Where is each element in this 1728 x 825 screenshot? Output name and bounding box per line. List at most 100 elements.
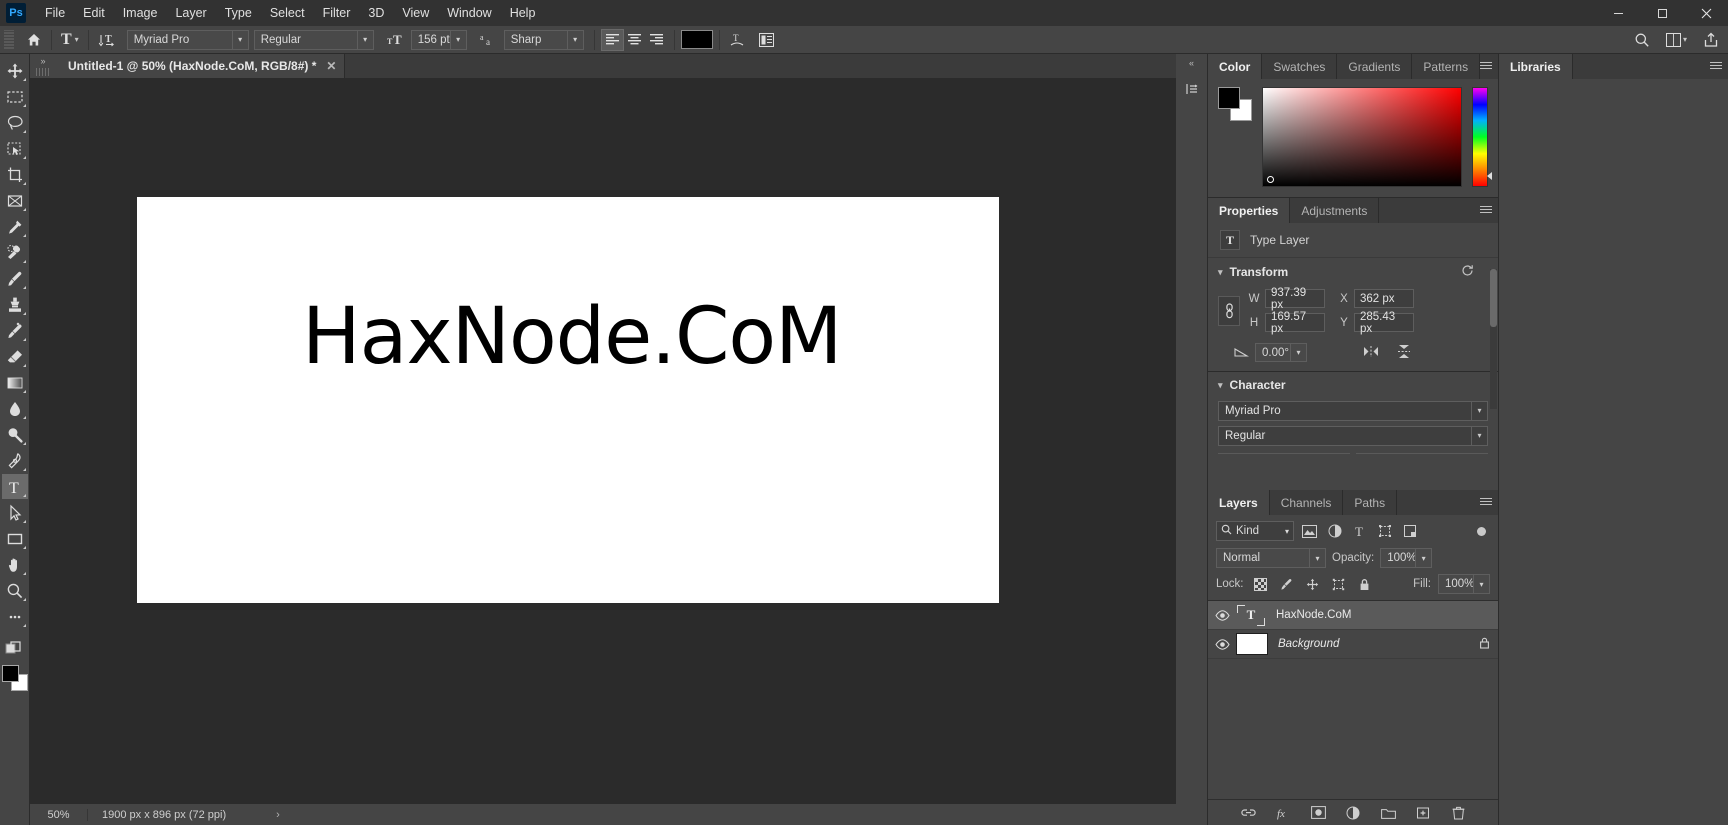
crop-tool[interactable] xyxy=(2,162,28,187)
lock-all-icon[interactable] xyxy=(1355,575,1374,594)
character-font-style-select[interactable]: Regular ▾ xyxy=(1218,426,1488,446)
menu-layer[interactable]: Layer xyxy=(166,0,215,26)
tab-properties[interactable]: Properties xyxy=(1208,198,1291,223)
transform-section-header[interactable]: ▾ Transform xyxy=(1208,258,1498,285)
chevron-down-icon[interactable]: ▾ xyxy=(231,30,248,49)
layers-panel-menu-icon[interactable] xyxy=(1480,490,1492,515)
minimize-button[interactable] xyxy=(1596,0,1640,26)
chevron-down-icon[interactable]: ▾ xyxy=(356,30,373,49)
history-rail-icon[interactable] xyxy=(1179,76,1205,102)
zoom-level[interactable]: 50% xyxy=(30,808,88,821)
expand-panels-icon[interactable]: » xyxy=(40,56,45,66)
object-selection-tool[interactable] xyxy=(2,136,28,161)
flip-horizontal-icon[interactable] xyxy=(1363,345,1379,361)
tab-color[interactable]: Color xyxy=(1208,54,1263,79)
eyedropper-tool[interactable] xyxy=(2,214,28,239)
color-panel-swatches[interactable] xyxy=(1218,87,1252,121)
foreground-color-swatch[interactable] xyxy=(1,665,19,682)
layer-visibility-icon[interactable] xyxy=(1208,638,1236,650)
quick-mask-button[interactable] xyxy=(2,636,28,661)
collapse-panels-icon[interactable]: « xyxy=(1189,58,1194,68)
tool-preset-picker[interactable]: T ▾ xyxy=(58,29,82,51)
hand-tool[interactable] xyxy=(2,552,28,577)
canvas-viewport[interactable]: HaxNode.CoM xyxy=(30,79,1176,803)
blur-tool[interactable] xyxy=(2,396,28,421)
height-input[interactable]: 169.57 px xyxy=(1265,311,1325,335)
menu-view[interactable]: View xyxy=(393,0,438,26)
brush-tool[interactable] xyxy=(2,266,28,291)
canvas-sheet[interactable]: HaxNode.CoM xyxy=(137,197,999,603)
text-orientation-icon[interactable]: T xyxy=(95,29,119,51)
lock-position-icon[interactable] xyxy=(1303,575,1322,594)
new-group-icon[interactable] xyxy=(1379,804,1397,822)
arrange-documents-icon[interactable]: ▾ xyxy=(1663,29,1690,51)
frame-tool[interactable] xyxy=(2,188,28,213)
chevron-down-icon[interactable]: ▾ xyxy=(1473,575,1489,593)
color-panel-foreground-swatch[interactable] xyxy=(1218,87,1240,109)
layer-style-icon[interactable]: fx xyxy=(1274,804,1292,822)
layer-row-text[interactable]: T HaxNode.CoM xyxy=(1208,601,1498,630)
tab-swatches[interactable]: Swatches xyxy=(1262,54,1338,79)
smart-object-filter-icon[interactable] xyxy=(1400,522,1419,541)
tab-channels[interactable]: Channels xyxy=(1269,490,1344,515)
menu-filter[interactable]: Filter xyxy=(314,0,360,26)
pixel-filter-icon[interactable] xyxy=(1300,522,1319,541)
properties-panel-menu-icon[interactable] xyxy=(1480,198,1492,223)
rectangle-tool[interactable] xyxy=(2,526,28,551)
options-bar-grip[interactable] xyxy=(4,29,14,50)
document-tab[interactable]: Untitled-1 @ 50% (HaxNode.CoM, RGB/8#) *… xyxy=(56,54,346,78)
spot-healing-brush-tool[interactable] xyxy=(2,240,28,265)
lock-all-icon[interactable] xyxy=(1479,637,1490,652)
tab-strip-grip[interactable]: » xyxy=(30,54,56,78)
chevron-down-icon[interactable]: ▾ xyxy=(1290,343,1306,362)
chevron-down-icon[interactable]: ▾ xyxy=(1285,527,1289,536)
properties-scrollbar-thumb[interactable] xyxy=(1490,269,1497,327)
delete-layer-icon[interactable] xyxy=(1449,804,1467,822)
lasso-tool[interactable] xyxy=(2,110,28,135)
maximize-button[interactable] xyxy=(1640,0,1684,26)
menu-3d[interactable]: 3D xyxy=(359,0,393,26)
align-right-icon[interactable] xyxy=(646,29,668,51)
font-family-select[interactable]: Myriad Pro ▾ xyxy=(126,29,249,50)
edit-toolbar-button[interactable] xyxy=(2,604,28,629)
rectangular-marquee-tool[interactable] xyxy=(2,84,28,109)
tab-libraries[interactable]: Libraries xyxy=(1499,54,1573,79)
angle-input[interactable]: 0.00° ▾ xyxy=(1255,343,1307,362)
menu-type[interactable]: Type xyxy=(216,0,261,26)
search-icon[interactable] xyxy=(1631,29,1653,51)
chevron-down-icon[interactable]: ▾ xyxy=(1309,549,1325,567)
share-icon[interactable] xyxy=(1700,29,1722,51)
home-icon[interactable] xyxy=(23,29,45,51)
align-center-icon[interactable] xyxy=(624,29,646,51)
status-expand-icon[interactable]: › xyxy=(276,809,280,821)
flip-vertical-icon[interactable] xyxy=(1397,344,1411,362)
chevron-down-icon[interactable]: ▾ xyxy=(1415,549,1431,567)
blend-mode-select[interactable]: Normal ▾ xyxy=(1216,548,1326,568)
foreground-background-colors[interactable] xyxy=(1,665,28,691)
character-font-family-select[interactable]: Myriad Pro ▾ xyxy=(1218,401,1488,421)
character-panel-icon[interactable] xyxy=(756,29,778,51)
menu-edit[interactable]: Edit xyxy=(74,0,114,26)
path-selection-tool[interactable] xyxy=(2,500,28,525)
y-input[interactable]: 285.43 px xyxy=(1354,311,1414,335)
menu-window[interactable]: Window xyxy=(438,0,500,26)
chevron-down-icon[interactable]: ▾ xyxy=(449,30,466,49)
tab-layers[interactable]: Layers xyxy=(1208,490,1270,515)
warp-text-icon[interactable]: T xyxy=(726,29,748,51)
chevron-down-icon[interactable]: ▾ xyxy=(1471,402,1487,420)
layer-mask-icon[interactable] xyxy=(1309,804,1327,822)
layer-thumbnail-background[interactable] xyxy=(1236,633,1268,655)
adjustment-filter-icon[interactable] xyxy=(1325,522,1344,541)
font-size-select[interactable]: 156 pt ▾ xyxy=(410,29,467,50)
color-panel-menu-icon[interactable] xyxy=(1480,54,1492,79)
horizontal-type-tool[interactable]: T xyxy=(1,474,28,499)
fill-input[interactable]: 100% ▾ xyxy=(1438,574,1490,594)
anti-alias-select[interactable]: Sharp ▾ xyxy=(503,29,584,50)
width-input[interactable]: 937.39 px xyxy=(1265,287,1325,311)
close-button[interactable] xyxy=(1684,0,1728,26)
menu-select[interactable]: Select xyxy=(261,0,314,26)
tab-patterns[interactable]: Patterns xyxy=(1412,54,1481,79)
character-section-header[interactable]: ▾ Character xyxy=(1208,372,1498,397)
close-icon[interactable]: ✕ xyxy=(326,59,336,73)
align-left-icon[interactable] xyxy=(600,28,624,51)
